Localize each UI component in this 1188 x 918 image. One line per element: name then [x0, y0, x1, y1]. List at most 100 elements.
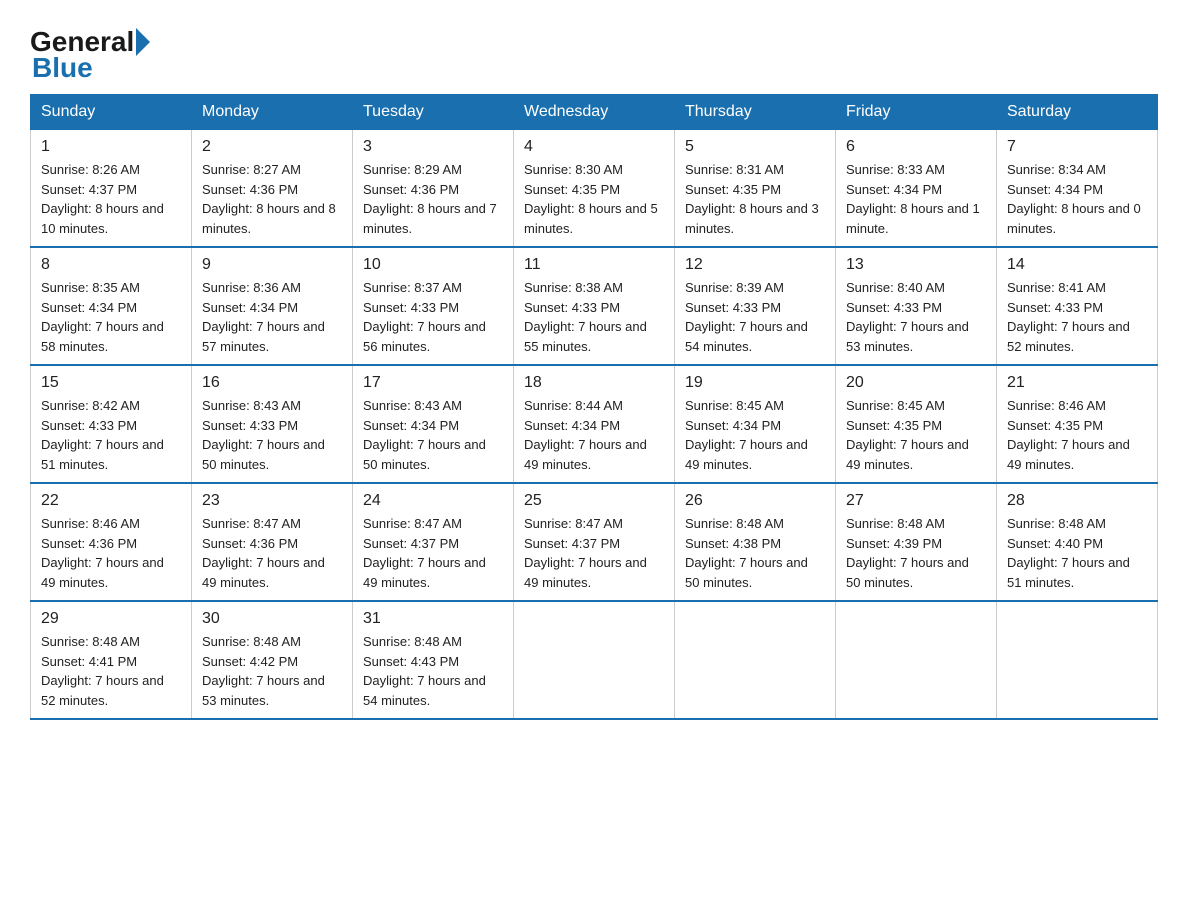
day-info: Sunrise: 8:43 AM Sunset: 4:33 PM Dayligh…: [202, 396, 342, 474]
day-number: 22: [41, 492, 181, 510]
day-number: 3: [363, 138, 503, 156]
logo-blue-text: Blue: [30, 52, 93, 84]
day-number: 23: [202, 492, 342, 510]
day-info: Sunrise: 8:35 AM Sunset: 4:34 PM Dayligh…: [41, 278, 181, 356]
day-number: 17: [363, 374, 503, 392]
day-number: 30: [202, 610, 342, 628]
calendar-cell: 2 Sunrise: 8:27 AM Sunset: 4:36 PM Dayli…: [192, 130, 353, 248]
day-number: 28: [1007, 492, 1147, 510]
calendar-cell: 28 Sunrise: 8:48 AM Sunset: 4:40 PM Dayl…: [997, 483, 1158, 601]
calendar-cell: 21 Sunrise: 8:46 AM Sunset: 4:35 PM Dayl…: [997, 365, 1158, 483]
weekday-header-saturday: Saturday: [997, 95, 1158, 130]
calendar-cell: 30 Sunrise: 8:48 AM Sunset: 4:42 PM Dayl…: [192, 601, 353, 719]
day-info: Sunrise: 8:47 AM Sunset: 4:37 PM Dayligh…: [524, 514, 664, 592]
calendar-cell: 23 Sunrise: 8:47 AM Sunset: 4:36 PM Dayl…: [192, 483, 353, 601]
calendar-cell: 20 Sunrise: 8:45 AM Sunset: 4:35 PM Dayl…: [836, 365, 997, 483]
day-number: 26: [685, 492, 825, 510]
day-info: Sunrise: 8:47 AM Sunset: 4:36 PM Dayligh…: [202, 514, 342, 592]
calendar-cell: 29 Sunrise: 8:48 AM Sunset: 4:41 PM Dayl…: [31, 601, 192, 719]
calendar-cell: 6 Sunrise: 8:33 AM Sunset: 4:34 PM Dayli…: [836, 130, 997, 248]
weekday-header-row: SundayMondayTuesdayWednesdayThursdayFrid…: [31, 95, 1158, 130]
day-info: Sunrise: 8:48 AM Sunset: 4:42 PM Dayligh…: [202, 632, 342, 710]
calendar-cell: 10 Sunrise: 8:37 AM Sunset: 4:33 PM Dayl…: [353, 247, 514, 365]
day-info: Sunrise: 8:41 AM Sunset: 4:33 PM Dayligh…: [1007, 278, 1147, 356]
day-info: Sunrise: 8:48 AM Sunset: 4:39 PM Dayligh…: [846, 514, 986, 592]
day-info: Sunrise: 8:31 AM Sunset: 4:35 PM Dayligh…: [685, 160, 825, 238]
calendar-cell: [836, 601, 997, 719]
day-info: Sunrise: 8:47 AM Sunset: 4:37 PM Dayligh…: [363, 514, 503, 592]
calendar-cell: 18 Sunrise: 8:44 AM Sunset: 4:34 PM Dayl…: [514, 365, 675, 483]
day-info: Sunrise: 8:48 AM Sunset: 4:41 PM Dayligh…: [41, 632, 181, 710]
day-info: Sunrise: 8:48 AM Sunset: 4:43 PM Dayligh…: [363, 632, 503, 710]
calendar-cell: 4 Sunrise: 8:30 AM Sunset: 4:35 PM Dayli…: [514, 130, 675, 248]
day-info: Sunrise: 8:48 AM Sunset: 4:38 PM Dayligh…: [685, 514, 825, 592]
calendar-cell: [514, 601, 675, 719]
calendar-week-row: 1 Sunrise: 8:26 AM Sunset: 4:37 PM Dayli…: [31, 130, 1158, 248]
day-info: Sunrise: 8:37 AM Sunset: 4:33 PM Dayligh…: [363, 278, 503, 356]
day-info: Sunrise: 8:34 AM Sunset: 4:34 PM Dayligh…: [1007, 160, 1147, 238]
day-info: Sunrise: 8:48 AM Sunset: 4:40 PM Dayligh…: [1007, 514, 1147, 592]
calendar-cell: 1 Sunrise: 8:26 AM Sunset: 4:37 PM Dayli…: [31, 130, 192, 248]
calendar-week-row: 8 Sunrise: 8:35 AM Sunset: 4:34 PM Dayli…: [31, 247, 1158, 365]
day-number: 4: [524, 138, 664, 156]
calendar-cell: 31 Sunrise: 8:48 AM Sunset: 4:43 PM Dayl…: [353, 601, 514, 719]
day-number: 18: [524, 374, 664, 392]
weekday-header-wednesday: Wednesday: [514, 95, 675, 130]
calendar-week-row: 29 Sunrise: 8:48 AM Sunset: 4:41 PM Dayl…: [31, 601, 1158, 719]
calendar-cell: 11 Sunrise: 8:38 AM Sunset: 4:33 PM Dayl…: [514, 247, 675, 365]
calendar-body: 1 Sunrise: 8:26 AM Sunset: 4:37 PM Dayli…: [31, 130, 1158, 720]
day-number: 29: [41, 610, 181, 628]
calendar-cell: [675, 601, 836, 719]
calendar-cell: 5 Sunrise: 8:31 AM Sunset: 4:35 PM Dayli…: [675, 130, 836, 248]
calendar-cell: 24 Sunrise: 8:47 AM Sunset: 4:37 PM Dayl…: [353, 483, 514, 601]
weekday-header-monday: Monday: [192, 95, 353, 130]
logo-arrow-icon: [136, 28, 150, 56]
day-number: 27: [846, 492, 986, 510]
day-number: 15: [41, 374, 181, 392]
calendar-cell: 3 Sunrise: 8:29 AM Sunset: 4:36 PM Dayli…: [353, 130, 514, 248]
day-number: 13: [846, 256, 986, 274]
day-number: 1: [41, 138, 181, 156]
day-info: Sunrise: 8:39 AM Sunset: 4:33 PM Dayligh…: [685, 278, 825, 356]
weekday-header-sunday: Sunday: [31, 95, 192, 130]
day-info: Sunrise: 8:44 AM Sunset: 4:34 PM Dayligh…: [524, 396, 664, 474]
weekday-header-tuesday: Tuesday: [353, 95, 514, 130]
day-number: 10: [363, 256, 503, 274]
calendar-cell: 26 Sunrise: 8:48 AM Sunset: 4:38 PM Dayl…: [675, 483, 836, 601]
calendar-cell: 14 Sunrise: 8:41 AM Sunset: 4:33 PM Dayl…: [997, 247, 1158, 365]
day-info: Sunrise: 8:27 AM Sunset: 4:36 PM Dayligh…: [202, 160, 342, 238]
calendar-week-row: 22 Sunrise: 8:46 AM Sunset: 4:36 PM Dayl…: [31, 483, 1158, 601]
logo: General Blue: [30, 28, 150, 84]
day-info: Sunrise: 8:33 AM Sunset: 4:34 PM Dayligh…: [846, 160, 986, 238]
day-number: 21: [1007, 374, 1147, 392]
calendar-table: SundayMondayTuesdayWednesdayThursdayFrid…: [30, 94, 1158, 720]
day-number: 20: [846, 374, 986, 392]
day-number: 31: [363, 610, 503, 628]
calendar-week-row: 15 Sunrise: 8:42 AM Sunset: 4:33 PM Dayl…: [31, 365, 1158, 483]
calendar-cell: 15 Sunrise: 8:42 AM Sunset: 4:33 PM Dayl…: [31, 365, 192, 483]
day-info: Sunrise: 8:38 AM Sunset: 4:33 PM Dayligh…: [524, 278, 664, 356]
calendar-cell: 25 Sunrise: 8:47 AM Sunset: 4:37 PM Dayl…: [514, 483, 675, 601]
day-number: 12: [685, 256, 825, 274]
day-info: Sunrise: 8:45 AM Sunset: 4:35 PM Dayligh…: [846, 396, 986, 474]
day-info: Sunrise: 8:29 AM Sunset: 4:36 PM Dayligh…: [363, 160, 503, 238]
calendar-cell: 12 Sunrise: 8:39 AM Sunset: 4:33 PM Dayl…: [675, 247, 836, 365]
day-number: 25: [524, 492, 664, 510]
calendar-cell: 8 Sunrise: 8:35 AM Sunset: 4:34 PM Dayli…: [31, 247, 192, 365]
day-info: Sunrise: 8:43 AM Sunset: 4:34 PM Dayligh…: [363, 396, 503, 474]
weekday-header-friday: Friday: [836, 95, 997, 130]
day-number: 11: [524, 256, 664, 274]
day-info: Sunrise: 8:46 AM Sunset: 4:36 PM Dayligh…: [41, 514, 181, 592]
day-info: Sunrise: 8:30 AM Sunset: 4:35 PM Dayligh…: [524, 160, 664, 238]
day-info: Sunrise: 8:26 AM Sunset: 4:37 PM Dayligh…: [41, 160, 181, 238]
calendar-cell: 16 Sunrise: 8:43 AM Sunset: 4:33 PM Dayl…: [192, 365, 353, 483]
day-number: 7: [1007, 138, 1147, 156]
calendar-cell: [997, 601, 1158, 719]
calendar-cell: 22 Sunrise: 8:46 AM Sunset: 4:36 PM Dayl…: [31, 483, 192, 601]
day-number: 8: [41, 256, 181, 274]
calendar-header: SundayMondayTuesdayWednesdayThursdayFrid…: [31, 95, 1158, 130]
day-number: 2: [202, 138, 342, 156]
header: General Blue: [30, 20, 1158, 84]
weekday-header-thursday: Thursday: [675, 95, 836, 130]
day-number: 5: [685, 138, 825, 156]
